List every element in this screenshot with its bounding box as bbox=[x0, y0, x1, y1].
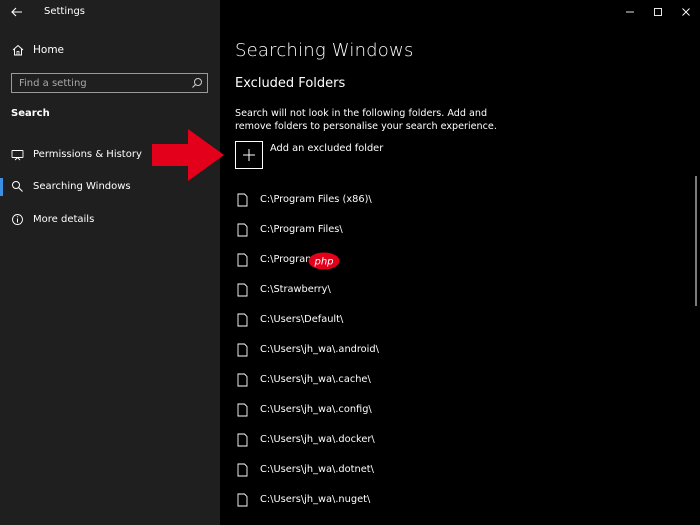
folder-path: C:\Users\jh_wa\.dotnet\ bbox=[260, 464, 374, 475]
folder-document-icon bbox=[237, 463, 248, 477]
page-title: Searching Windows bbox=[235, 40, 414, 61]
excluded-folder-item[interactable]: C:\Users\Default\ bbox=[237, 311, 537, 331]
excluded-folder-item[interactable]: C:\Users\jh_wa\.cache\ bbox=[237, 371, 537, 391]
add-excluded-folder-button[interactable] bbox=[235, 141, 263, 169]
folder-path: C:\Program bbox=[260, 254, 315, 265]
folder-document-icon bbox=[237, 283, 248, 297]
watermark-text: php bbox=[313, 257, 333, 268]
find-setting-input[interactable] bbox=[12, 74, 187, 92]
folder-document-icon bbox=[237, 313, 248, 327]
folder-document-icon bbox=[237, 373, 248, 387]
excluded-folder-item[interactable]: C:\Users\jh_wa\.dotnet\ bbox=[237, 461, 537, 481]
section-label: Search bbox=[11, 108, 50, 119]
folder-document-icon bbox=[237, 403, 248, 417]
nav-home[interactable]: Home bbox=[0, 40, 220, 62]
folder-document-icon bbox=[237, 223, 248, 237]
folder-path: C:\Program Files (x86)\ bbox=[260, 194, 372, 205]
maximize-icon bbox=[654, 8, 662, 16]
excluded-folder-item[interactable]: C:\Users\jh_wa\.config\ bbox=[237, 401, 537, 421]
excluded-folder-item[interactable]: C:\Program Files\ bbox=[237, 221, 537, 241]
nav-home-label: Home bbox=[33, 44, 65, 56]
sidebar-item-more-details[interactable]: More details bbox=[0, 208, 220, 232]
excluded-folder-item[interactable]: C:\Strawberry\ bbox=[237, 281, 537, 301]
excluded-folder-item[interactable]: C:\Users\jh_wa\.android\ bbox=[237, 341, 537, 361]
search-icon[interactable] bbox=[191, 77, 203, 89]
folder-path: C:\Users\jh_wa\.nuget\ bbox=[260, 494, 371, 505]
excluded-folder-item[interactable]: C:\Program Files (x86)\ bbox=[237, 191, 537, 211]
maximize-button[interactable] bbox=[644, 0, 672, 24]
minimize-icon bbox=[626, 11, 634, 13]
find-setting-box[interactable] bbox=[11, 73, 208, 93]
back-arrow-icon bbox=[11, 7, 22, 17]
folder-document-icon bbox=[237, 493, 248, 507]
close-button[interactable] bbox=[672, 0, 700, 24]
folder-path: C:\Users\jh_wa\.docker\ bbox=[260, 434, 375, 445]
main-content: Searching Windows Excluded Folders Searc… bbox=[220, 0, 700, 525]
home-icon bbox=[12, 44, 24, 56]
permissions-icon bbox=[11, 150, 24, 161]
title-bar: Settings bbox=[0, 0, 220, 24]
sidebar-item-label: Searching Windows bbox=[33, 181, 131, 192]
close-icon bbox=[682, 8, 690, 16]
folder-document-icon bbox=[237, 343, 248, 357]
search-icon bbox=[12, 181, 23, 192]
excluded-folder-item[interactable]: C:\Users\jh_wa\.docker\ bbox=[237, 431, 537, 451]
minimize-button[interactable] bbox=[616, 0, 644, 24]
info-icon bbox=[12, 214, 23, 225]
plus-icon bbox=[243, 149, 255, 161]
php-watermark-logo: php bbox=[308, 252, 340, 270]
window-controls bbox=[616, 0, 700, 24]
folder-document-icon bbox=[237, 253, 248, 267]
sidebar-item-label: Permissions & History bbox=[33, 149, 142, 160]
red-arrow-annotation bbox=[152, 129, 224, 181]
excluded-folder-item[interactable]: C:\Users\jh_wa\.nuget\ bbox=[237, 491, 537, 511]
folder-path: C:\Strawberry\ bbox=[260, 284, 331, 295]
folder-path: C:\Users\jh_wa\.android\ bbox=[260, 344, 379, 355]
description-text: Search will not look in the following fo… bbox=[235, 108, 497, 132]
sidebar: Settings Home Search Permissions & Histo… bbox=[0, 0, 220, 525]
section-heading: Excluded Folders bbox=[235, 76, 346, 91]
scrollbar[interactable] bbox=[695, 176, 697, 306]
window-title: Settings bbox=[44, 6, 86, 17]
folder-path: C:\Program Files\ bbox=[260, 224, 343, 235]
folder-path: C:\Users\jh_wa\.cache\ bbox=[260, 374, 371, 385]
back-button[interactable] bbox=[8, 4, 26, 20]
excluded-folder-item[interactable]: C:\Program bbox=[237, 251, 537, 271]
folder-document-icon bbox=[237, 433, 248, 447]
add-excluded-folder-label[interactable]: Add an excluded folder bbox=[270, 143, 383, 154]
folder-path: C:\Users\Default\ bbox=[260, 314, 344, 325]
folder-path: C:\Users\jh_wa\.config\ bbox=[260, 404, 372, 415]
sidebar-item-label: More details bbox=[33, 214, 95, 225]
folder-document-icon bbox=[237, 193, 248, 207]
